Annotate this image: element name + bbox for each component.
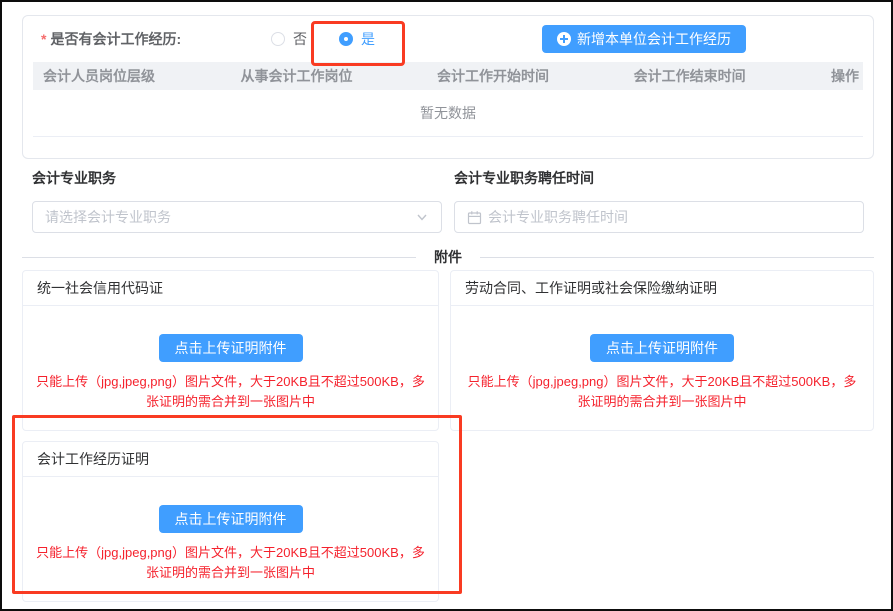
upload-button[interactable]: 点击上传证明附件 bbox=[159, 505, 303, 533]
column-header-end-time: 会计工作结束时间 bbox=[624, 66, 822, 86]
card-body: 点击上传证明附件 只能上传（jpg,jpeg,png）图片文件，大于20KB且不… bbox=[23, 306, 438, 430]
upload-tip-text: 只能上传（jpg,jpeg,png）图片文件，大于20KB且不超过500KB，多… bbox=[463, 372, 861, 412]
card-labor-contract-proof: 劳动合同、工作证明或社会保险缴纳证明 点击上传证明附件 只能上传（jpg,jpe… bbox=[450, 270, 874, 431]
appointment-time-picker[interactable] bbox=[454, 201, 864, 233]
card-title: 统一社会信用代码证 bbox=[23, 271, 438, 306]
radio-no-label[interactable]: 否 bbox=[293, 29, 307, 49]
card-work-experience-proof: 会计工作经历证明 点击上传证明附件 只能上传（jpg,jpeg,png）图片文件… bbox=[22, 441, 439, 602]
calendar-icon bbox=[467, 210, 482, 225]
chevron-down-icon bbox=[415, 210, 429, 224]
column-header-work-post: 从事会计工作岗位 bbox=[231, 66, 428, 86]
add-experience-button-label: 新增本单位会计工作经历 bbox=[577, 29, 731, 49]
column-header-actions: 操作 bbox=[821, 66, 863, 86]
radio-no-circle-icon[interactable] bbox=[271, 32, 285, 46]
screenshot-frame: *是否有会计工作经历: 否 是 新增本单位会计工作经历 会计人员岗位层级 bbox=[0, 0, 893, 611]
work-experience-panel: *是否有会计工作经历: 否 是 新增本单位会计工作经历 会计人员岗位层级 bbox=[22, 15, 874, 159]
radio-yes[interactable]: 是 bbox=[339, 29, 375, 49]
experience-table: 会计人员岗位层级 从事会计工作岗位 会计工作开始时间 会计工作结束时间 操作 暂… bbox=[33, 62, 863, 137]
add-experience-button[interactable]: 新增本单位会计工作经历 bbox=[542, 25, 746, 53]
card-body: 点击上传证明附件 只能上传（jpg,jpeg,png）图片文件，大于20KB且不… bbox=[451, 306, 873, 430]
upload-tip-text: 只能上传（jpg,jpeg,png）图片文件，大于20KB且不超过500KB，多… bbox=[33, 543, 428, 583]
card-title: 会计工作经历证明 bbox=[23, 442, 438, 477]
radio-yes-circle-icon[interactable] bbox=[339, 32, 353, 46]
card-body: 点击上传证明附件 只能上传（jpg,jpeg,png）图片文件，大于20KB且不… bbox=[23, 477, 438, 601]
plus-circle-icon bbox=[557, 32, 571, 46]
professional-title-select[interactable] bbox=[32, 201, 442, 233]
attachments-divider-label: 附件 bbox=[416, 247, 480, 267]
divider-line-left bbox=[22, 257, 416, 258]
card-credit-code-certificate: 统一社会信用代码证 点击上传证明附件 只能上传（jpg,jpeg,png）图片文… bbox=[22, 270, 439, 431]
column-header-start-time: 会计工作开始时间 bbox=[427, 66, 624, 86]
upload-button[interactable]: 点击上传证明附件 bbox=[590, 334, 734, 362]
upload-button[interactable]: 点击上传证明附件 bbox=[159, 334, 303, 362]
experience-radio-group: 否 是 bbox=[271, 16, 375, 62]
required-asterisk: * bbox=[41, 31, 46, 47]
field-professional-title: 会计专业职务 bbox=[32, 168, 442, 233]
divider-line-right bbox=[480, 257, 874, 258]
experience-question-label: *是否有会计工作经历: bbox=[41, 29, 181, 49]
appointment-time-input[interactable] bbox=[488, 209, 851, 225]
appointment-time-label: 会计专业职务聘任时间 bbox=[454, 168, 864, 188]
attachments-divider: 附件 bbox=[22, 247, 874, 267]
table-empty-state: 暂无数据 bbox=[33, 90, 863, 137]
column-header-post-level: 会计人员岗位层级 bbox=[33, 66, 231, 86]
card-title: 劳动合同、工作证明或社会保险缴纳证明 bbox=[451, 271, 873, 306]
experience-table-header: 会计人员岗位层级 从事会计工作岗位 会计工作开始时间 会计工作结束时间 操作 bbox=[33, 62, 863, 90]
radio-no[interactable]: 否 bbox=[271, 29, 307, 49]
professional-title-input[interactable] bbox=[45, 209, 409, 225]
professional-title-label: 会计专业职务 bbox=[32, 168, 442, 188]
attachment-cards: 统一社会信用代码证 点击上传证明附件 只能上传（jpg,jpeg,png）图片文… bbox=[22, 270, 874, 602]
fields-row: 会计专业职务 会计专业职务聘任时间 bbox=[32, 168, 864, 233]
experience-question-row: *是否有会计工作经历: 否 是 新增本单位会计工作经历 bbox=[23, 16, 873, 62]
field-appointment-time: 会计专业职务聘任时间 bbox=[454, 168, 864, 233]
upload-tip-text: 只能上传（jpg,jpeg,png）图片文件，大于20KB且不超过500KB，多… bbox=[33, 372, 428, 412]
radio-yes-label[interactable]: 是 bbox=[361, 29, 375, 49]
